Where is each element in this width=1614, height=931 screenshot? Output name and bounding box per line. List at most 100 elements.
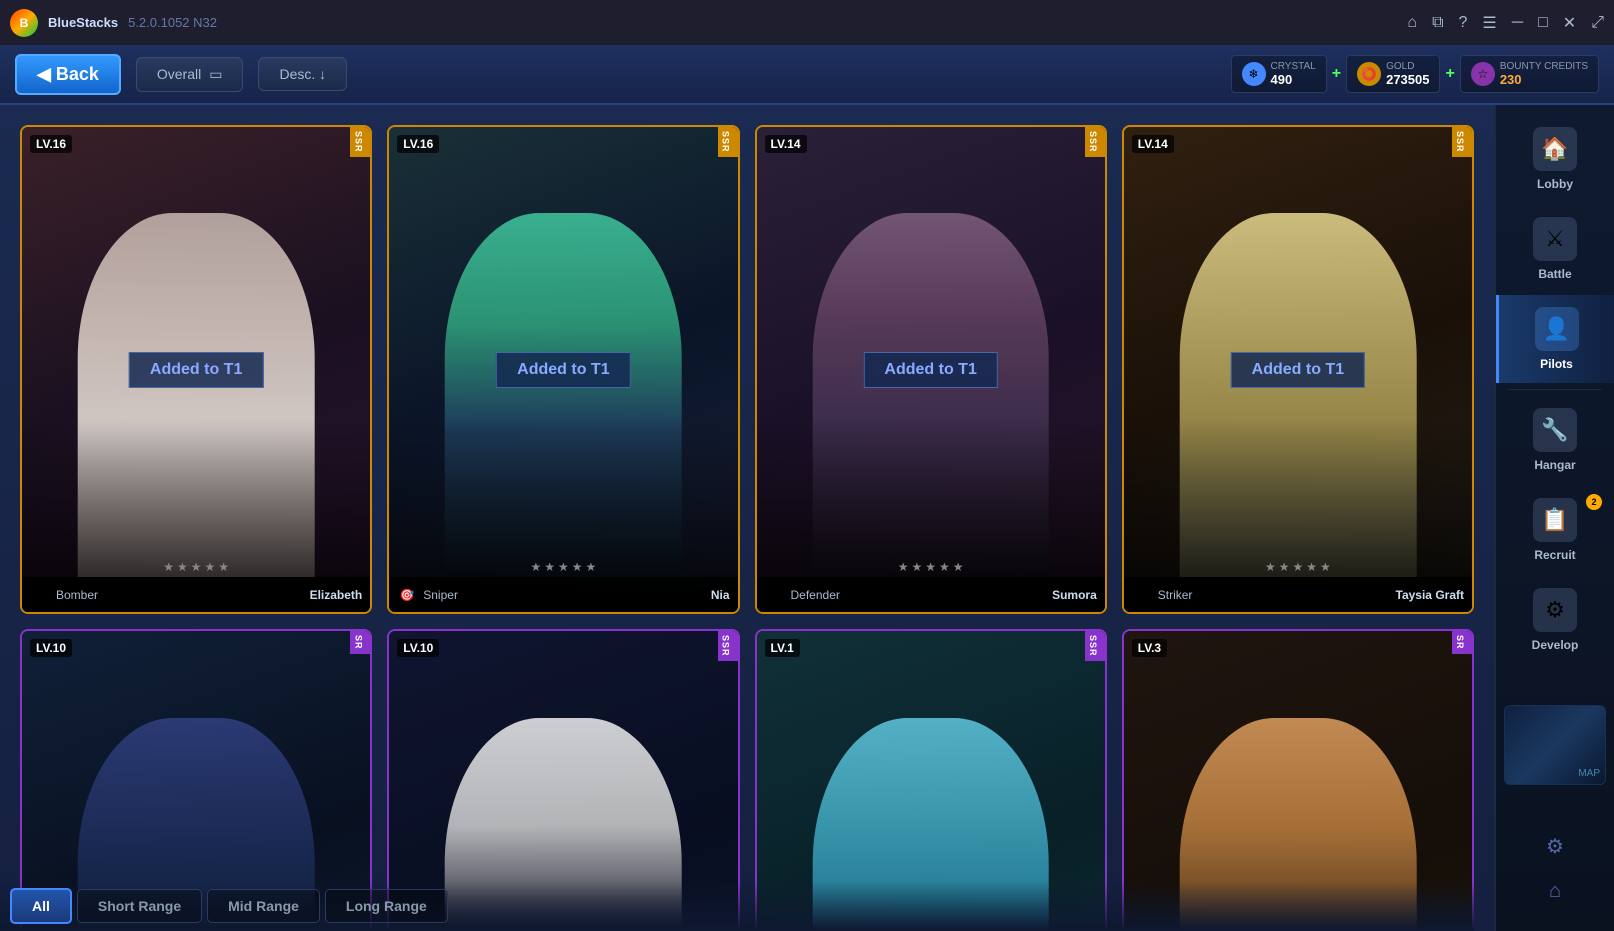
app-version: 5.2.0.1052 N32: [128, 15, 217, 30]
bounty-icon: ☆: [1471, 62, 1495, 86]
overall-button[interactable]: Overall ▭: [136, 57, 244, 92]
sidebar-divider: [1508, 389, 1602, 390]
map-preview: MAP: [1496, 697, 1614, 793]
sidebar-label-battle: Battle: [1538, 267, 1571, 281]
pilot-card-nia[interactable]: LV.16 SSR Added to T1 ★★★★★ 🎯 Sniper Nia: [387, 125, 739, 614]
card-info: ✗ Striker Taysia Graft: [1124, 577, 1472, 612]
card-info: 🛡 Defender Sumora: [757, 577, 1105, 612]
class-icon: 🛡: [765, 585, 785, 605]
lobby-icon: 🏠: [1533, 127, 1577, 171]
back-button[interactable]: ◀ Back: [15, 54, 121, 95]
ssr-badge: SSR: [718, 127, 738, 157]
class-icon: ✈: [30, 585, 50, 605]
pilots-icon: 👤: [1535, 307, 1579, 351]
stars-row: ★★★★★: [757, 560, 1105, 574]
gold-add-button[interactable]: +: [1445, 65, 1454, 83]
pilots-area: LV.16 SSR Added to T1 ★ ★ ★ ★ ★ ✈ Bomber…: [0, 105, 1494, 931]
crystal-add-button[interactable]: +: [1332, 65, 1341, 83]
resize-icon[interactable]: ⤢: [1591, 14, 1604, 32]
home-icon[interactable]: ⌂: [1407, 14, 1417, 32]
filter-long-range[interactable]: Long Range: [325, 889, 448, 923]
level-badge: LV.10: [397, 639, 439, 657]
pilots-grid: LV.16 SSR Added to T1 ★ ★ ★ ★ ★ ✈ Bomber…: [20, 125, 1474, 931]
sr-badge: SR: [1452, 631, 1472, 654]
develop-icon: ⚙: [1533, 588, 1577, 632]
pilot-card-sumora[interactable]: LV.14 SSR Added to T1 ★★★★★ 🛡 Defender S…: [755, 125, 1107, 614]
sidebar-bottom-controls: ⚙ ⌂: [1538, 826, 1572, 921]
filter-short-range[interactable]: Short Range: [77, 889, 202, 923]
added-banner: Added to T1: [1231, 352, 1365, 388]
app-logo: B: [10, 9, 38, 37]
titlebar: B BlueStacks 5.2.0.1052 N32 ⌂ ⧉ ? ☰ ─ □ …: [0, 0, 1614, 45]
pilot-class: Defender: [791, 588, 840, 602]
filter-mid-range[interactable]: Mid Range: [207, 889, 320, 923]
bounty-value: 230: [1500, 72, 1588, 87]
ssr-badge: SSR: [718, 631, 738, 661]
desc-button[interactable]: Desc. ↓: [258, 57, 347, 91]
map-label: MAP: [1578, 768, 1600, 779]
class-icon: ✗: [1132, 585, 1152, 605]
level-badge: LV.3: [1132, 639, 1167, 657]
sidebar-label-recruit: Recruit: [1534, 548, 1575, 562]
sidebar-label-hangar: Hangar: [1534, 458, 1575, 472]
app-title: BlueStacks: [48, 15, 118, 30]
sidebar-item-hangar[interactable]: 🔧 Hangar: [1496, 396, 1614, 484]
bounty-resource: ☆ BOUNTY CREDITS 230: [1460, 55, 1599, 93]
pilot-name: Nia: [711, 588, 730, 602]
gold-label: GOLD: [1386, 61, 1429, 72]
maximize-icon[interactable]: □: [1538, 14, 1548, 32]
pilot-class: Sniper: [423, 588, 458, 602]
recruit-badge: 2: [1586, 494, 1602, 510]
sidebar-item-lobby[interactable]: 🏠 Lobby: [1496, 115, 1614, 203]
main-area: LV.16 SSR Added to T1 ★ ★ ★ ★ ★ ✈ Bomber…: [0, 105, 1614, 931]
card-info: 🎯 Sniper Nia: [389, 577, 737, 612]
home-bottom-icon[interactable]: ⌂: [1541, 872, 1569, 911]
gold-icon: ⭕: [1357, 62, 1381, 86]
level-badge: LV.1: [765, 639, 800, 657]
sidebar-item-recruit[interactable]: 2 📋 Recruit: [1496, 486, 1614, 574]
filter-tabs: All Short Range Mid Range Long Range: [0, 881, 1474, 931]
crystal-icon: ❄: [1242, 62, 1266, 86]
pilot-name: Taysia Graft: [1396, 588, 1464, 602]
sidebar-item-pilots[interactable]: 👤 Pilots: [1496, 295, 1614, 383]
added-banner: Added to T1: [863, 352, 997, 388]
level-badge: LV.16: [30, 135, 72, 153]
pilot-card-elizabeth[interactable]: LV.16 SSR Added to T1 ★ ★ ★ ★ ★ ✈ Bomber…: [20, 125, 372, 614]
crystal-label: CRYSTAL: [1271, 61, 1316, 72]
pilot-class: Striker: [1158, 588, 1193, 602]
added-banner: Added to T1: [129, 352, 263, 388]
pilot-name: Sumora: [1052, 588, 1097, 602]
help-icon[interactable]: ?: [1459, 14, 1468, 32]
settings-icon[interactable]: ⚙: [1538, 826, 1572, 867]
sidebar-label-pilots: Pilots: [1540, 357, 1573, 371]
class-icon: 🎯: [397, 585, 417, 605]
titlebar-controls: ⌂ ⧉ ? ☰ ─ □ ✕ ⤢: [1407, 13, 1604, 33]
sidebar-item-battle[interactable]: ⚔ Battle: [1496, 205, 1614, 293]
stars-row: ★★★★★: [1124, 560, 1472, 574]
crystal-value: 490: [1271, 72, 1316, 87]
close-icon[interactable]: ✕: [1563, 13, 1576, 33]
right-sidebar: 🏠 Lobby ⚔ Battle 👤 Pilots 🔧 Hangar 2 📋 R…: [1494, 105, 1614, 931]
ssr-badge: SSR: [350, 127, 370, 157]
level-badge: LV.14: [765, 135, 807, 153]
stars-row: ★ ★ ★ ★ ★: [22, 560, 370, 574]
bounty-label: BOUNTY CREDITS: [1500, 61, 1588, 72]
pilot-card-taysia[interactable]: LV.14 SSR Added to T1 ★★★★★ ✗ Striker Ta…: [1122, 125, 1474, 614]
filter-icon: ▭: [209, 66, 222, 83]
ssr-badge: SSR: [1085, 127, 1105, 157]
card-info: ✈ Bomber Elizabeth: [22, 577, 370, 612]
resources-bar: ❄ CRYSTAL 490 + ⭕ GOLD 273505 + ☆ BOUNTY…: [1231, 55, 1599, 93]
copy-icon[interactable]: ⧉: [1432, 14, 1443, 32]
ssr-badge: SSR: [1085, 631, 1105, 661]
battle-icon: ⚔: [1533, 217, 1577, 261]
minimize-icon[interactable]: ─: [1512, 14, 1523, 32]
sidebar-item-develop[interactable]: ⚙ Develop: [1496, 576, 1614, 664]
sidebar-label-develop: Develop: [1532, 638, 1579, 652]
menu-icon[interactable]: ☰: [1482, 13, 1496, 33]
sidebar-label-lobby: Lobby: [1537, 177, 1573, 191]
pilot-class: Bomber: [56, 588, 98, 602]
topbar: ◀ Back Overall ▭ Desc. ↓ ❄ CRYSTAL 490 +…: [0, 45, 1614, 105]
ssr-badge: SSR: [1452, 127, 1472, 157]
stars-row: ★★★★★: [389, 560, 737, 574]
filter-all[interactable]: All: [10, 888, 72, 924]
